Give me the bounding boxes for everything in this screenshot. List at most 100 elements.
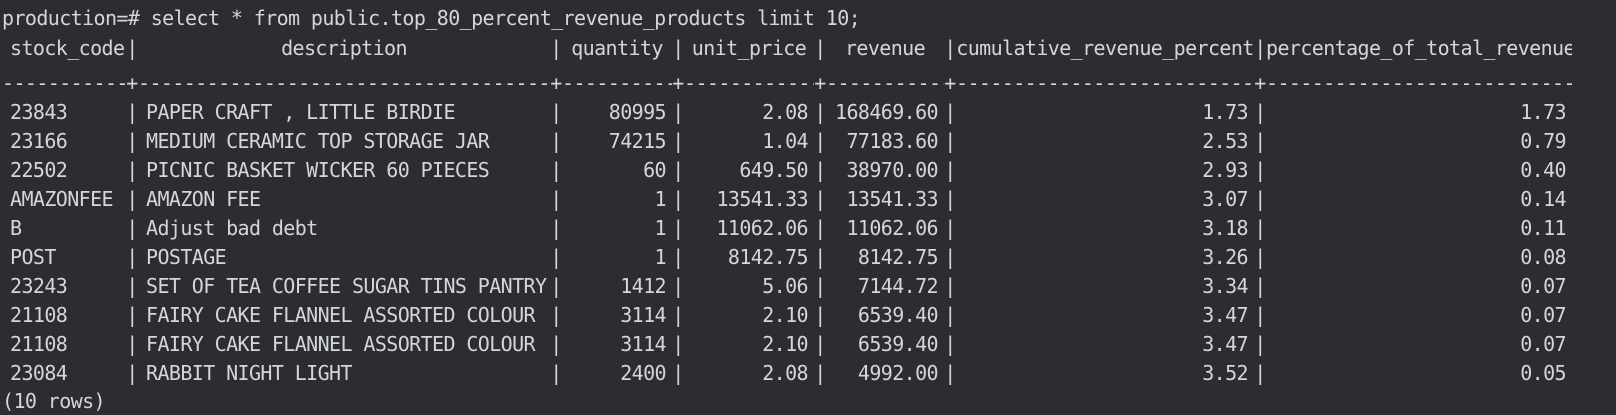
cell-cumulative-revenue-percent: 3.18 [1202,215,1248,240]
cell-cumulative-revenue-percent: 3.52 [1202,360,1248,385]
cell-percentage-of-total-revenue: 0.40 [1520,157,1566,182]
column-separator: | [672,273,684,298]
cell-stock-code: 23243 [10,273,68,298]
column-separator: | [672,215,684,240]
column-separator: | [1254,244,1266,269]
column-separator: | [550,99,562,124]
table-row: 23843 | PAPER CRAFT , LITTLE BIRDIE | 80995 |… [2,97,1616,126]
column-separator: | [1254,157,1266,182]
column-separator: | [126,157,138,182]
cell-revenue: 77183.60 [846,128,938,153]
terminal-window[interactable]: production=# select * from public.top_80… [0,0,1616,415]
cell-description: PAPER CRAFT , LITTLE BIRDIE [146,99,456,124]
cell-description: FAIRY CAKE FLANNEL ASSORTED COLOUR [146,302,536,327]
column-separator: | [550,360,562,385]
cell-unit-price: 2.10 [762,302,808,327]
cell-revenue: 11062.06 [846,215,938,240]
cell-quantity: 2400 [620,360,666,385]
column-separator: | [814,302,826,327]
column-separator: | [672,302,684,327]
column-separator: | [550,244,562,269]
column-separator: | [944,157,956,182]
column-separator: | [1254,186,1266,211]
column-separator: | [550,302,562,327]
cell-stock-code: POST [10,244,56,269]
cell-cumulative-revenue-percent: 3.34 [1202,273,1248,298]
column-separator: | [126,273,138,298]
column-separator: | [944,128,956,153]
column-separator: | [944,360,956,385]
cell-quantity: 74215 [608,128,667,153]
table-row: 23084 | RABBIT NIGHT LIGHT | 2400 | 2.08 | 4992.… [2,358,1616,387]
cell-percentage-of-total-revenue: 0.08 [1520,244,1566,269]
header-quantity: quantity [571,35,663,60]
column-separator: | [814,186,826,211]
column-separator: | [126,244,138,269]
cell-cumulative-revenue-percent: 3.26 [1202,244,1248,269]
cell-unit-price: 2.08 [762,360,808,385]
column-separator: | [126,331,138,356]
table-row: AMAZONFEE | AMAZON FEE | 1 | 13541.33 | 13541.33… [2,184,1616,213]
column-separator: | [944,244,956,269]
row-count: (10 rows) [2,389,106,413]
cell-quantity: 80995 [608,99,667,124]
cell-description: Adjust bad debt [146,215,318,240]
cell-description: FAIRY CAKE FLANNEL ASSORTED COLOUR [146,331,536,356]
cell-stock-code: 21108 [10,331,68,356]
cell-unit-price: 2.10 [762,331,808,356]
cell-revenue: 38970.00 [846,157,938,182]
column-separator: | [126,302,138,327]
column-separator: | [550,186,562,211]
column-separator: | [814,215,826,240]
table-row: 23243 | SET OF TEA COFFEE SUGAR TINS PANTR… [2,271,1616,300]
column-separator: | [1254,360,1266,385]
cell-revenue: 7144.72 [857,273,939,298]
column-separator: | [126,360,138,385]
column-separator: | [944,273,956,298]
column-separator: | [126,128,138,153]
table-header: stock_code | description | quantity | un… [2,33,1616,62]
column-separator: | [814,99,826,124]
cell-unit-price: 13541.33 [716,186,808,211]
column-separator: | [944,302,956,327]
cell-description: AMAZON FEE [146,186,261,211]
cell-cumulative-revenue-percent: 2.53 [1202,128,1248,153]
cell-quantity: 3114 [620,331,666,356]
cell-stock-code: AMAZONFEE [10,186,114,211]
column-separator: | [814,331,826,356]
cell-unit-price: 5.06 [762,273,808,298]
table-row: 23166 | MEDIUM CERAMIC TOP STORAGE JAR | 742… [2,126,1616,155]
cell-quantity: 1 [654,244,667,269]
cell-description: RABBIT NIGHT LIGHT [146,360,353,385]
cell-percentage-of-total-revenue: 0.05 [1520,360,1566,385]
column-separator: | [1254,215,1266,240]
cell-revenue: 4992.00 [857,360,939,385]
cell-description: POSTAGE [146,244,227,269]
table-row: 21108 | FAIRY CAKE FLANNEL ASSORTED COLOUR… [2,300,1616,329]
header-percentage-of-total-revenue: percentage_of_total_revenue [1266,35,1572,60]
cell-unit-price: 1.04 [762,128,808,153]
column-separator: | [944,99,956,124]
column-separator: | [672,99,684,124]
cell-unit-price: 2.08 [762,99,808,124]
cell-quantity: 1 [654,215,667,240]
cell-stock-code: B [10,215,22,240]
sql-command: select * from public.top_80_percent_reve… [150,6,861,30]
column-separator: | [550,128,562,153]
column-separator: | [944,215,956,240]
column-separator: | [814,128,826,153]
cell-unit-price: 8142.75 [727,244,809,269]
table-row: 22502 | PICNIC BASKET WICKER 60 PIECES | 60 |… [2,155,1616,184]
cell-quantity: 3114 [620,302,666,327]
cell-stock-code: 21108 [10,302,68,327]
header-description: description [281,35,407,60]
column-separator: | [1254,302,1266,327]
cell-description: MEDIUM CERAMIC TOP STORAGE JAR [146,128,490,153]
cell-revenue: 168469.60 [835,99,939,124]
cell-revenue: 8142.75 [857,244,939,269]
column-separator: | [126,186,138,211]
column-separator: | [672,128,684,153]
column-separator: | [550,215,562,240]
table-row: B | Adjust bad debt | 1 | 11062.06 | 11062.06 | 3.… [2,213,1616,242]
header-cumulative-revenue-percent: cumulative_revenue_percent [956,35,1254,60]
